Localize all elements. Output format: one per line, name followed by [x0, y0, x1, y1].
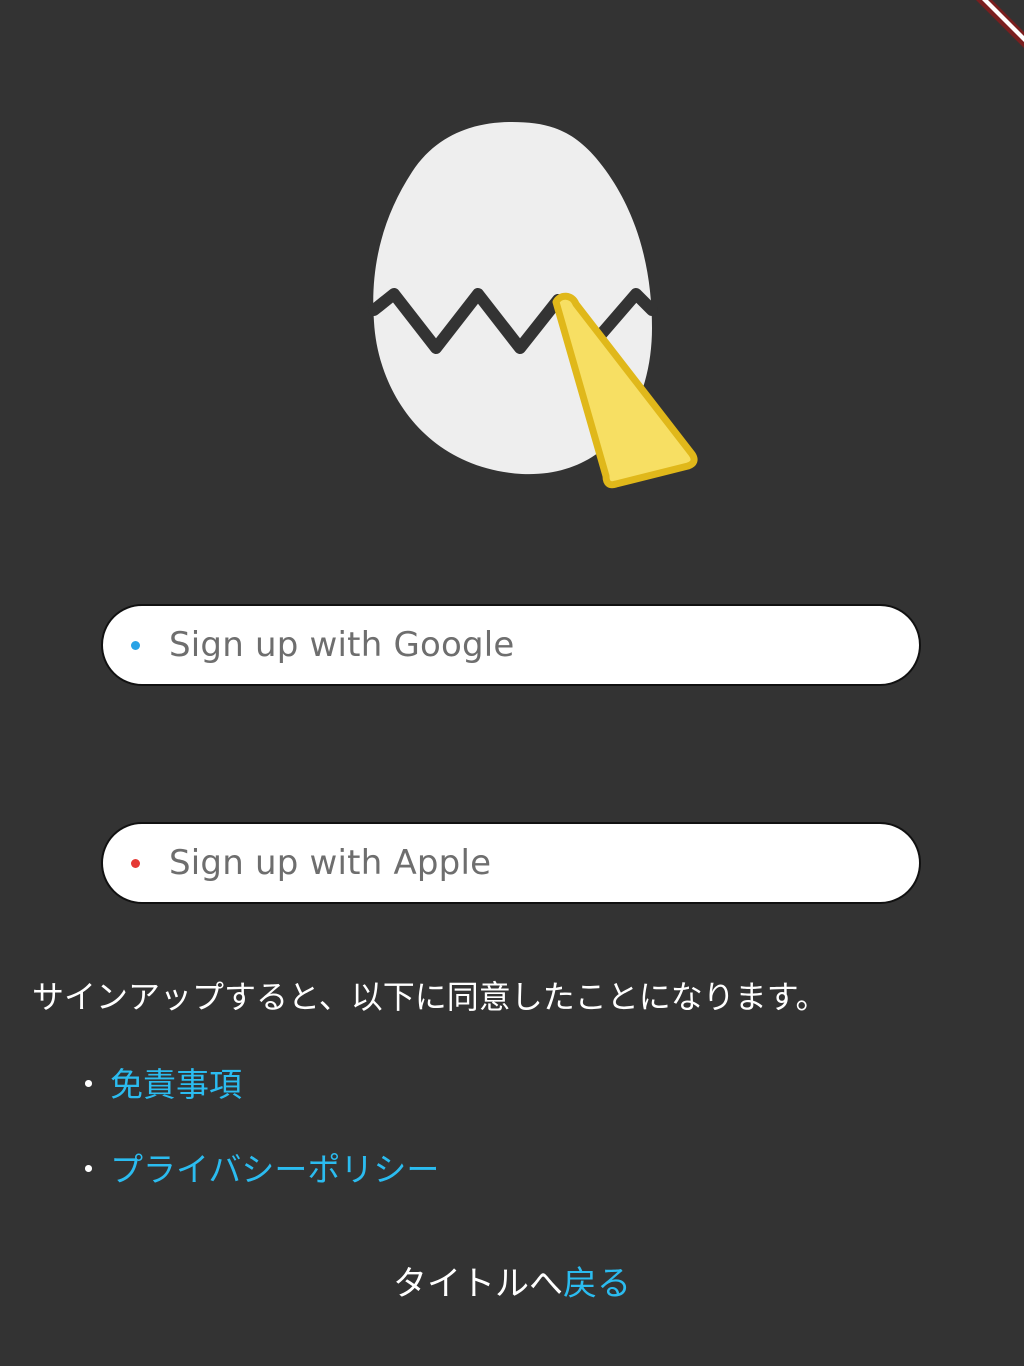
disclaimer-link[interactable]: 免責事項 — [110, 1058, 242, 1106]
agreement-text: サインアップすると、以下に同意したことになります。 — [32, 978, 828, 1016]
privacy-policy-item: ・ プライバシーポリシー — [72, 1143, 439, 1191]
sign-up-with-apple-label: Sign up with Apple — [169, 843, 492, 883]
back-link[interactable]: 戻る — [563, 1264, 631, 1304]
blue-dot-icon — [131, 640, 140, 650]
debug-banner-icon — [964, 0, 1024, 60]
bullet: ・ — [72, 1065, 105, 1104]
cracked-egg-with-pen-icon — [360, 110, 710, 500]
privacy-policy-link[interactable]: プライバシーポリシー — [110, 1143, 439, 1191]
sign-up-with-apple-button[interactable]: Sign up with Apple — [101, 822, 921, 904]
back-to-title-text: タイトルへ — [393, 1264, 563, 1304]
disclaimer-item: ・ 免責事項 — [72, 1058, 242, 1106]
sign-up-with-google-button[interactable]: Sign up with Google — [101, 604, 921, 686]
bullet: ・ — [72, 1150, 105, 1189]
back-to-title-row: タイトルへ戻る — [0, 1256, 1024, 1305]
red-dot-icon — [131, 858, 140, 868]
sign-up-with-google-label: Sign up with Google — [169, 625, 515, 665]
